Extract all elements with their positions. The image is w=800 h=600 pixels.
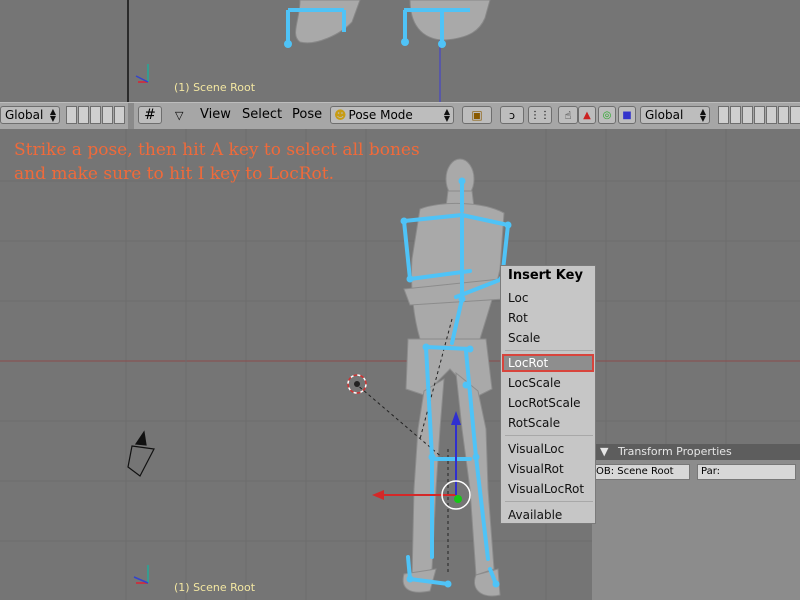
menu-item-visuallocrot[interactable]: VisualLocRot [502, 480, 594, 498]
mode-select[interactable]: ☻ Pose Mode ▲ ▼ [330, 106, 454, 124]
axis-gizmo-top [135, 64, 149, 83]
top-viewport-canvas [127, 0, 491, 102]
transform-properties-panel: ▼ Transform Properties OB: Scene Root Pa… [592, 444, 800, 600]
shading-cube-icon: ▣ [471, 108, 483, 122]
draw-type-button[interactable]: ▣ [462, 106, 492, 124]
menu-item-rotscale[interactable]: RotScale [502, 414, 594, 432]
insert-key-title: Insert Key [508, 268, 583, 283]
rotate-manipulator-button[interactable]: ◎ [598, 106, 616, 124]
character-mesh-feet-right [409, 0, 491, 41]
viewport-type-button[interactable]: # [138, 106, 162, 124]
select-arrows-icon: ▲ ▼ [443, 107, 450, 123]
left-layer-buttons[interactable] [66, 106, 126, 124]
menu-item-rot[interactable]: Rot [502, 309, 594, 327]
menu-item-available[interactable]: Available [502, 506, 594, 524]
select-arrows-icon: ▲ ▼ [49, 107, 56, 123]
transform-properties-header[interactable]: ▼ Transform Properties [592, 444, 800, 460]
parent-field[interactable]: Par: [697, 464, 796, 480]
menu-separator [505, 350, 593, 351]
scale-manipulator-button[interactable]: ■ [618, 106, 636, 124]
object-name-field[interactable]: OB: Scene Root [592, 464, 690, 480]
top-3d-viewport[interactable]: (1) Scene Root [0, 0, 800, 102]
collapse-menu-icon[interactable]: ▽ [175, 109, 183, 122]
menu-view[interactable]: View [200, 107, 231, 122]
annotation-line-2: and make sure to hit I key to LocRot. [14, 164, 335, 184]
select-arrows-icon: ▲ ▼ [699, 107, 706, 123]
pose-mode-icon: ☻ [334, 108, 347, 122]
layer-buttons[interactable] [718, 106, 800, 124]
camera-icon [127, 430, 155, 477]
scene-root-label: (1) Scene Root [174, 81, 256, 94]
3d-cursor-icon [347, 374, 367, 394]
translate-manipulator-button[interactable]: ▲ [578, 106, 596, 124]
annotation-line-1: Strike a pose, then hit A key to select … [14, 140, 420, 160]
menu-item-locrot[interactable]: LocRot [502, 354, 594, 372]
orientation-select[interactable]: Global ▲ ▼ [640, 106, 710, 124]
menu-item-loc[interactable]: Loc [502, 289, 594, 307]
menu-separator [505, 435, 593, 436]
menu-pose[interactable]: Pose [292, 107, 322, 122]
header-divider [128, 103, 134, 129]
tutorial-annotation: Strike a pose, then hit A key to select … [14, 138, 420, 186]
menu-select[interactable]: Select [242, 107, 282, 122]
menu-item-visualrot[interactable]: VisualRot [502, 460, 594, 478]
insert-key-menu: Insert Key Loc Rot Scale LocRot LocScale… [500, 265, 596, 524]
collapse-triangle-icon[interactable]: ▼ [600, 445, 608, 458]
viewport-header: Global ▲ ▼ # ▽ View Select Pose ☻ Pose Mo… [0, 102, 800, 130]
pivot-button[interactable]: ↄ [500, 106, 524, 124]
character-mesh [402, 158, 505, 597]
menu-item-locscale[interactable]: LocScale [502, 374, 594, 392]
menu-item-scale[interactable]: Scale [502, 329, 594, 347]
snap-button[interactable]: ⋮⋮ [528, 106, 552, 124]
scene-root-label-main: (1) Scene Root [174, 581, 256, 594]
menu-item-visualloc[interactable]: VisualLoc [502, 440, 594, 458]
character-mesh-feet-left [295, 0, 361, 44]
menu-separator [505, 501, 593, 502]
manipulator-hand-button[interactable]: ☝ [558, 106, 578, 124]
axis-gizmo-main [133, 565, 149, 584]
menu-item-locrotscale[interactable]: LocRotScale [502, 394, 594, 412]
left-orientation-select[interactable]: Global ▲ ▼ [0, 106, 60, 124]
